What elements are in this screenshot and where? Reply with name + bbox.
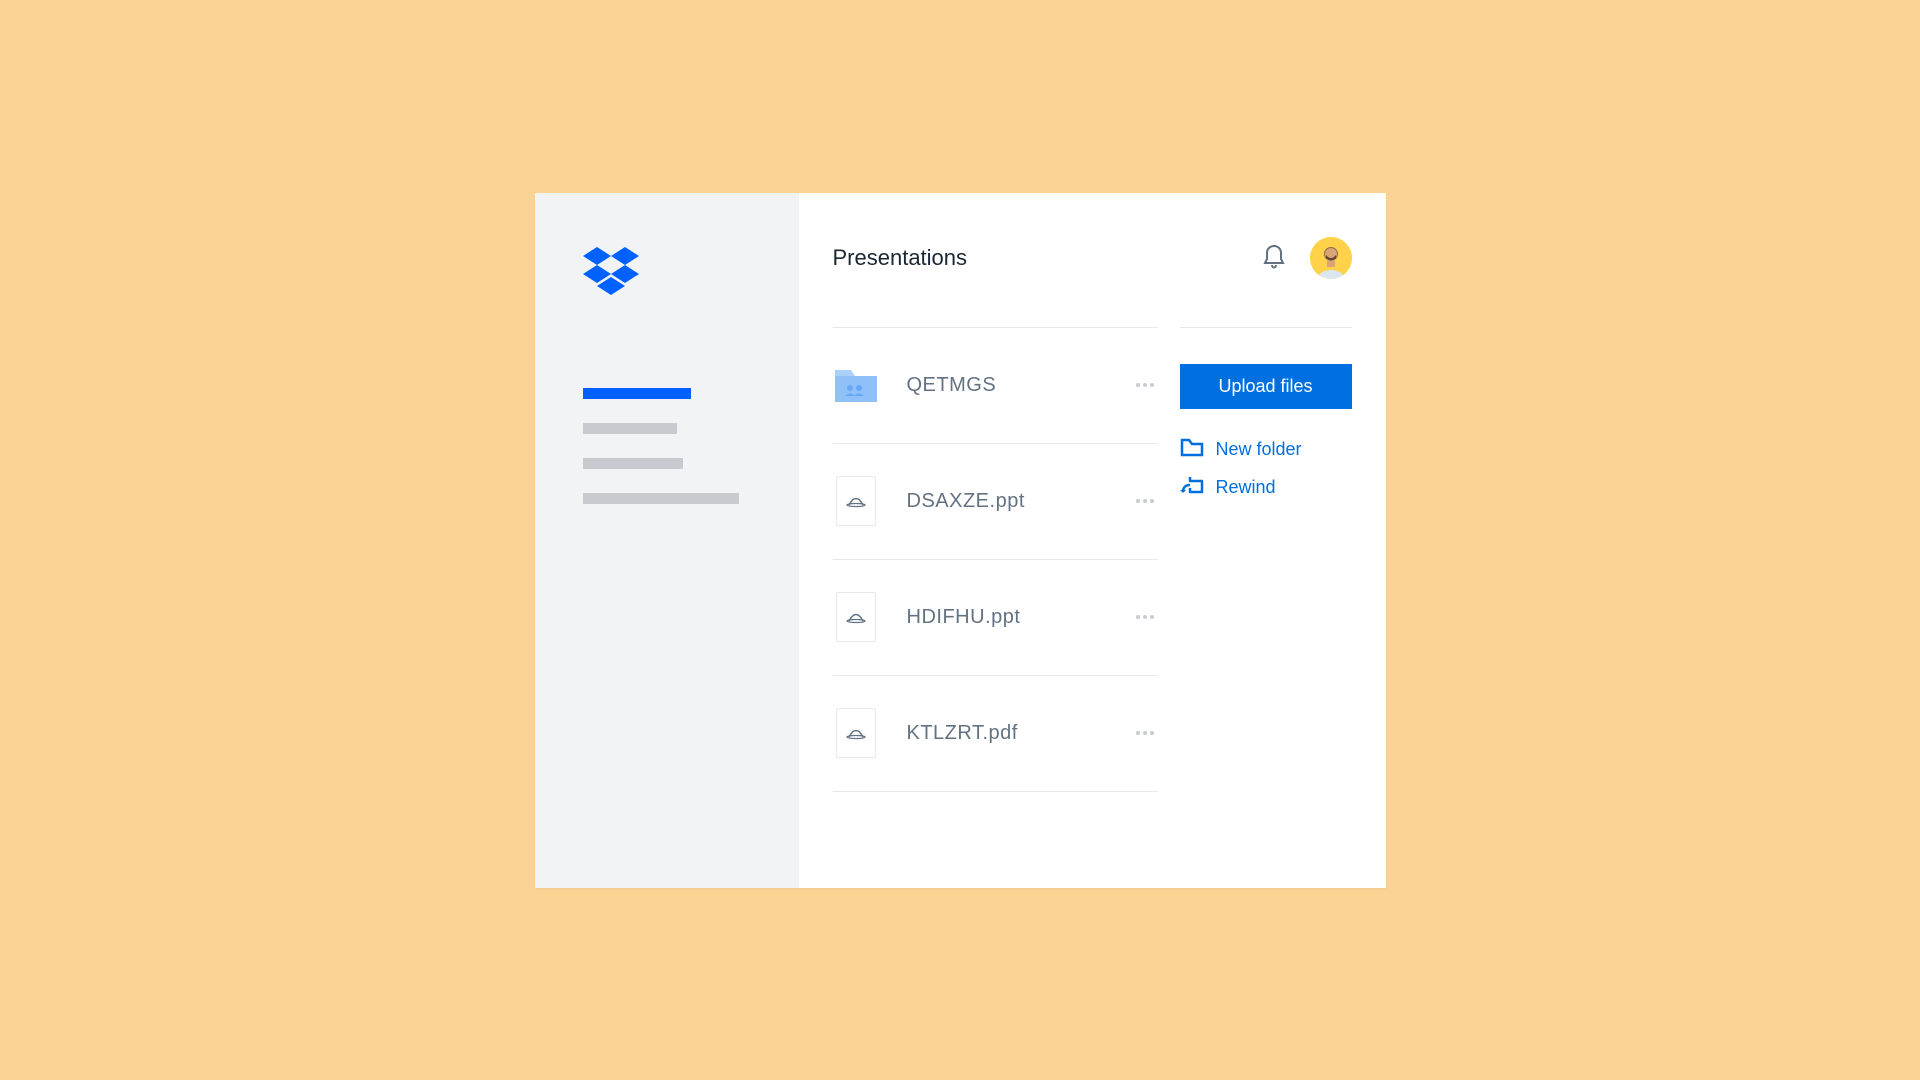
more-icon[interactable] <box>1132 611 1158 623</box>
shared-folder-icon <box>833 366 879 404</box>
app-window: Presentations <box>535 193 1386 888</box>
file-row[interactable]: KTLZRT.pdf <box>833 676 1158 792</box>
more-icon[interactable] <box>1132 379 1158 391</box>
topbar: Presentations <box>833 237 1352 279</box>
notifications-icon[interactable] <box>1262 243 1286 272</box>
file-name: HDIFHU.ppt <box>907 606 1104 629</box>
new-folder-button[interactable]: New folder <box>1180 431 1352 468</box>
dropbox-logo-icon[interactable] <box>583 247 759 300</box>
sidebar-nav-item-active[interactable] <box>583 388 691 399</box>
file-row[interactable]: DSAXZE.ppt <box>833 444 1158 560</box>
folder-outline-icon <box>1180 437 1204 462</box>
sidebar-nav-item[interactable] <box>583 458 683 469</box>
file-row-folder[interactable]: QETMGS <box>833 328 1158 444</box>
file-list: QETMGS DSAXZE.ppt <box>833 327 1158 792</box>
file-name: QETMGS <box>907 374 1104 397</box>
main-content: Presentations <box>799 193 1386 888</box>
rewind-icon <box>1180 474 1204 501</box>
sidebar-nav-item[interactable] <box>583 423 677 434</box>
file-document-icon <box>836 476 876 526</box>
upload-files-button[interactable]: Upload files <box>1180 364 1352 409</box>
file-row[interactable]: HDIFHU.ppt <box>833 560 1158 676</box>
sidebar-nav-item[interactable] <box>583 493 739 504</box>
page-title: Presentations <box>833 245 968 271</box>
file-name: DSAXZE.ppt <box>907 490 1104 513</box>
action-label: Rewind <box>1216 477 1276 498</box>
divider <box>1180 327 1352 328</box>
file-name: KTLZRT.pdf <box>907 722 1104 745</box>
action-label: New folder <box>1216 439 1302 460</box>
actions-panel: Upload files New folder <box>1180 327 1352 792</box>
file-document-icon <box>836 708 876 758</box>
rewind-button[interactable]: Rewind <box>1180 468 1352 507</box>
more-icon[interactable] <box>1132 495 1158 507</box>
avatar[interactable] <box>1310 237 1352 279</box>
sidebar <box>535 193 799 888</box>
file-document-icon <box>836 592 876 642</box>
more-icon[interactable] <box>1132 727 1158 739</box>
